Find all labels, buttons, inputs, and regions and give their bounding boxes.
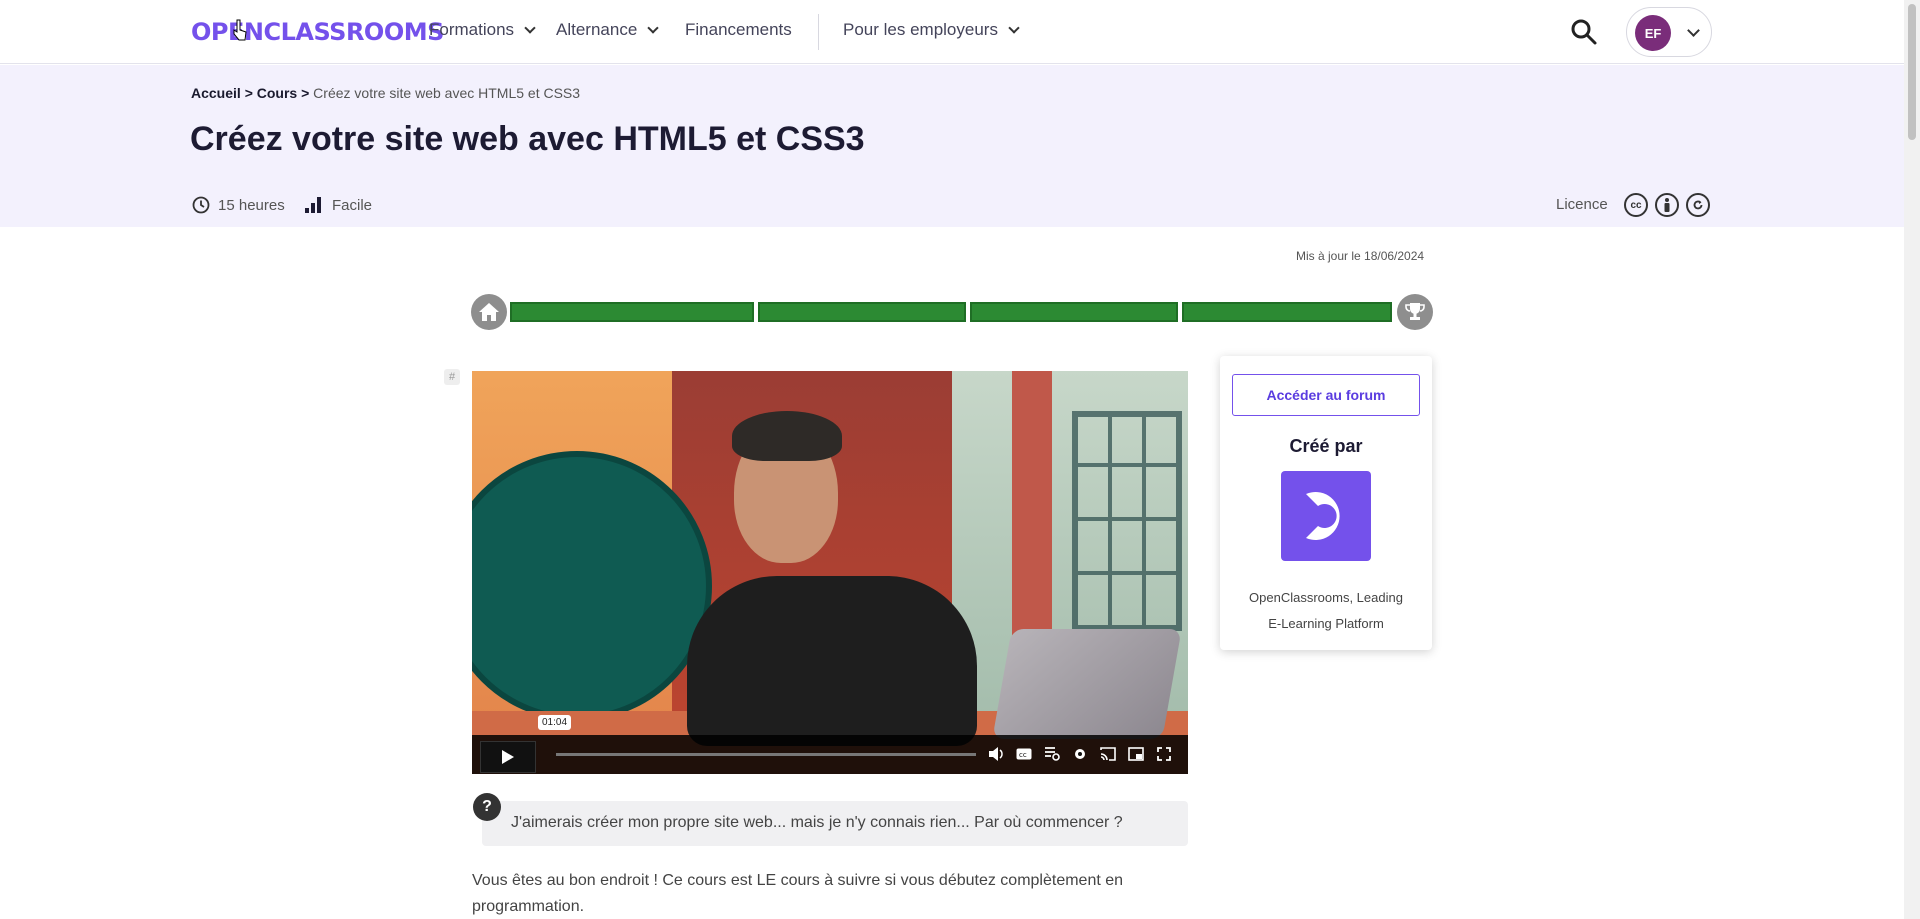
course-progress xyxy=(471,294,1433,330)
page-scrollbar[interactable] xyxy=(1904,0,1920,919)
openclassrooms-logo[interactable]: OPENCLASSROOMS xyxy=(191,18,444,46)
breadcrumb: Accueil > Cours > Créez votre site web a… xyxy=(191,85,580,101)
nav-divider xyxy=(818,14,819,50)
progress-segment-1[interactable] xyxy=(510,302,754,322)
author-line-2: E-Learning Platform xyxy=(1268,616,1384,631)
mouse-cursor-icon xyxy=(233,19,247,41)
duration-text: 15 heures xyxy=(218,196,285,214)
chevron-down-icon xyxy=(647,21,659,34)
last-updated: Mis à jour le 18/06/2024 xyxy=(1296,249,1425,263)
forum-button[interactable]: Accéder au forum xyxy=(1232,374,1420,416)
nav-formations-label: Formations xyxy=(429,20,515,39)
progress-segment-2[interactable] xyxy=(758,302,966,322)
question-mark-icon: ? xyxy=(473,793,501,821)
trophy-icon[interactable] xyxy=(1397,294,1433,330)
picture-in-picture-icon[interactable] xyxy=(1127,745,1145,763)
section-anchor-icon[interactable]: # xyxy=(444,369,460,385)
video-controls: 01:04 cc xyxy=(472,715,1188,774)
video-presenter-body xyxy=(687,576,977,746)
difficulty-bars-icon xyxy=(305,197,321,213)
top-navbar: OPENCLASSROOMS Formations Alternance Fin… xyxy=(0,0,1904,64)
created-by-heading: Créé par xyxy=(1289,436,1363,456)
transcript-icon[interactable] xyxy=(1043,745,1061,763)
cast-icon[interactable] xyxy=(1099,745,1117,763)
course-difficulty: Facile xyxy=(304,196,372,214)
licence-icons[interactable]: cc xyxy=(1624,193,1710,217)
settings-gear-icon[interactable] xyxy=(1071,745,1089,763)
question-callout: J'aimerais créer mon propre site web... … xyxy=(482,801,1188,846)
play-icon[interactable] xyxy=(480,741,536,773)
nav-formations[interactable]: Formations xyxy=(429,20,536,40)
difficulty-text: Facile xyxy=(332,196,373,214)
progress-segment-3[interactable] xyxy=(970,302,1178,322)
video-frame-laptop xyxy=(992,629,1182,739)
avatar: EF xyxy=(1635,15,1671,51)
volume-icon[interactable] xyxy=(987,745,1005,763)
share-alike-icon xyxy=(1686,193,1710,217)
nav-financements[interactable]: Financements xyxy=(685,20,792,40)
fullscreen-icon[interactable] xyxy=(1155,745,1173,763)
video-time-tooltip: 01:04 xyxy=(538,715,572,730)
breadcrumb-courses[interactable]: Cours > xyxy=(257,85,310,101)
home-icon[interactable] xyxy=(471,294,507,330)
breadcrumb-home[interactable]: Accueil > xyxy=(191,85,253,101)
course-video[interactable]: 01:04 cc xyxy=(472,371,1188,774)
scrollbar-thumb[interactable] xyxy=(1908,4,1916,140)
captions-icon[interactable]: cc xyxy=(1015,745,1033,763)
course-hero: Accueil > Cours > Créez votre site web a… xyxy=(0,65,1904,227)
author-name[interactable]: OpenClassrooms, Leading E-Learning Platf… xyxy=(1220,585,1432,637)
course-sidebar-card: Accéder au forum Créé par OpenClassrooms… xyxy=(1220,356,1432,650)
nav-alternance[interactable]: Alternance xyxy=(556,20,659,40)
nav-alternance-label: Alternance xyxy=(556,20,638,39)
video-presenter-hair xyxy=(732,411,842,461)
svg-text:cc: cc xyxy=(1019,751,1027,759)
search-icon[interactable] xyxy=(1570,18,1598,46)
progress-segment-4[interactable] xyxy=(1182,302,1392,322)
nav-pour-les-employeurs[interactable]: Pour les employeurs xyxy=(843,20,1020,40)
intro-paragraph: Vous êtes au bon endroit ! Ce cours est … xyxy=(472,872,1124,915)
user-menu-button[interactable]: EF xyxy=(1626,7,1712,57)
course-duration: 15 heures xyxy=(192,196,285,214)
openclassrooms-author-logo[interactable] xyxy=(1281,471,1371,561)
creative-commons-icon: cc xyxy=(1624,193,1648,217)
chevron-down-icon xyxy=(524,21,536,34)
clock-icon xyxy=(192,196,210,214)
licence-label: Licence xyxy=(1556,196,1608,213)
attribution-icon xyxy=(1655,193,1679,217)
nav-employeurs-label: Pour les employeurs xyxy=(843,20,998,39)
video-scrubber[interactable] xyxy=(556,753,976,756)
video-frame-window xyxy=(1072,411,1182,631)
page-title: Créez votre site web avec HTML5 et CSS3 xyxy=(190,120,865,158)
breadcrumb-current: Créez votre site web avec HTML5 et CSS3 xyxy=(313,85,581,101)
chevron-down-icon xyxy=(1008,21,1020,34)
chevron-down-icon xyxy=(1687,24,1700,37)
author-line-1: OpenClassrooms, Leading xyxy=(1249,590,1403,605)
nav-financements-label: Financements xyxy=(685,20,792,39)
